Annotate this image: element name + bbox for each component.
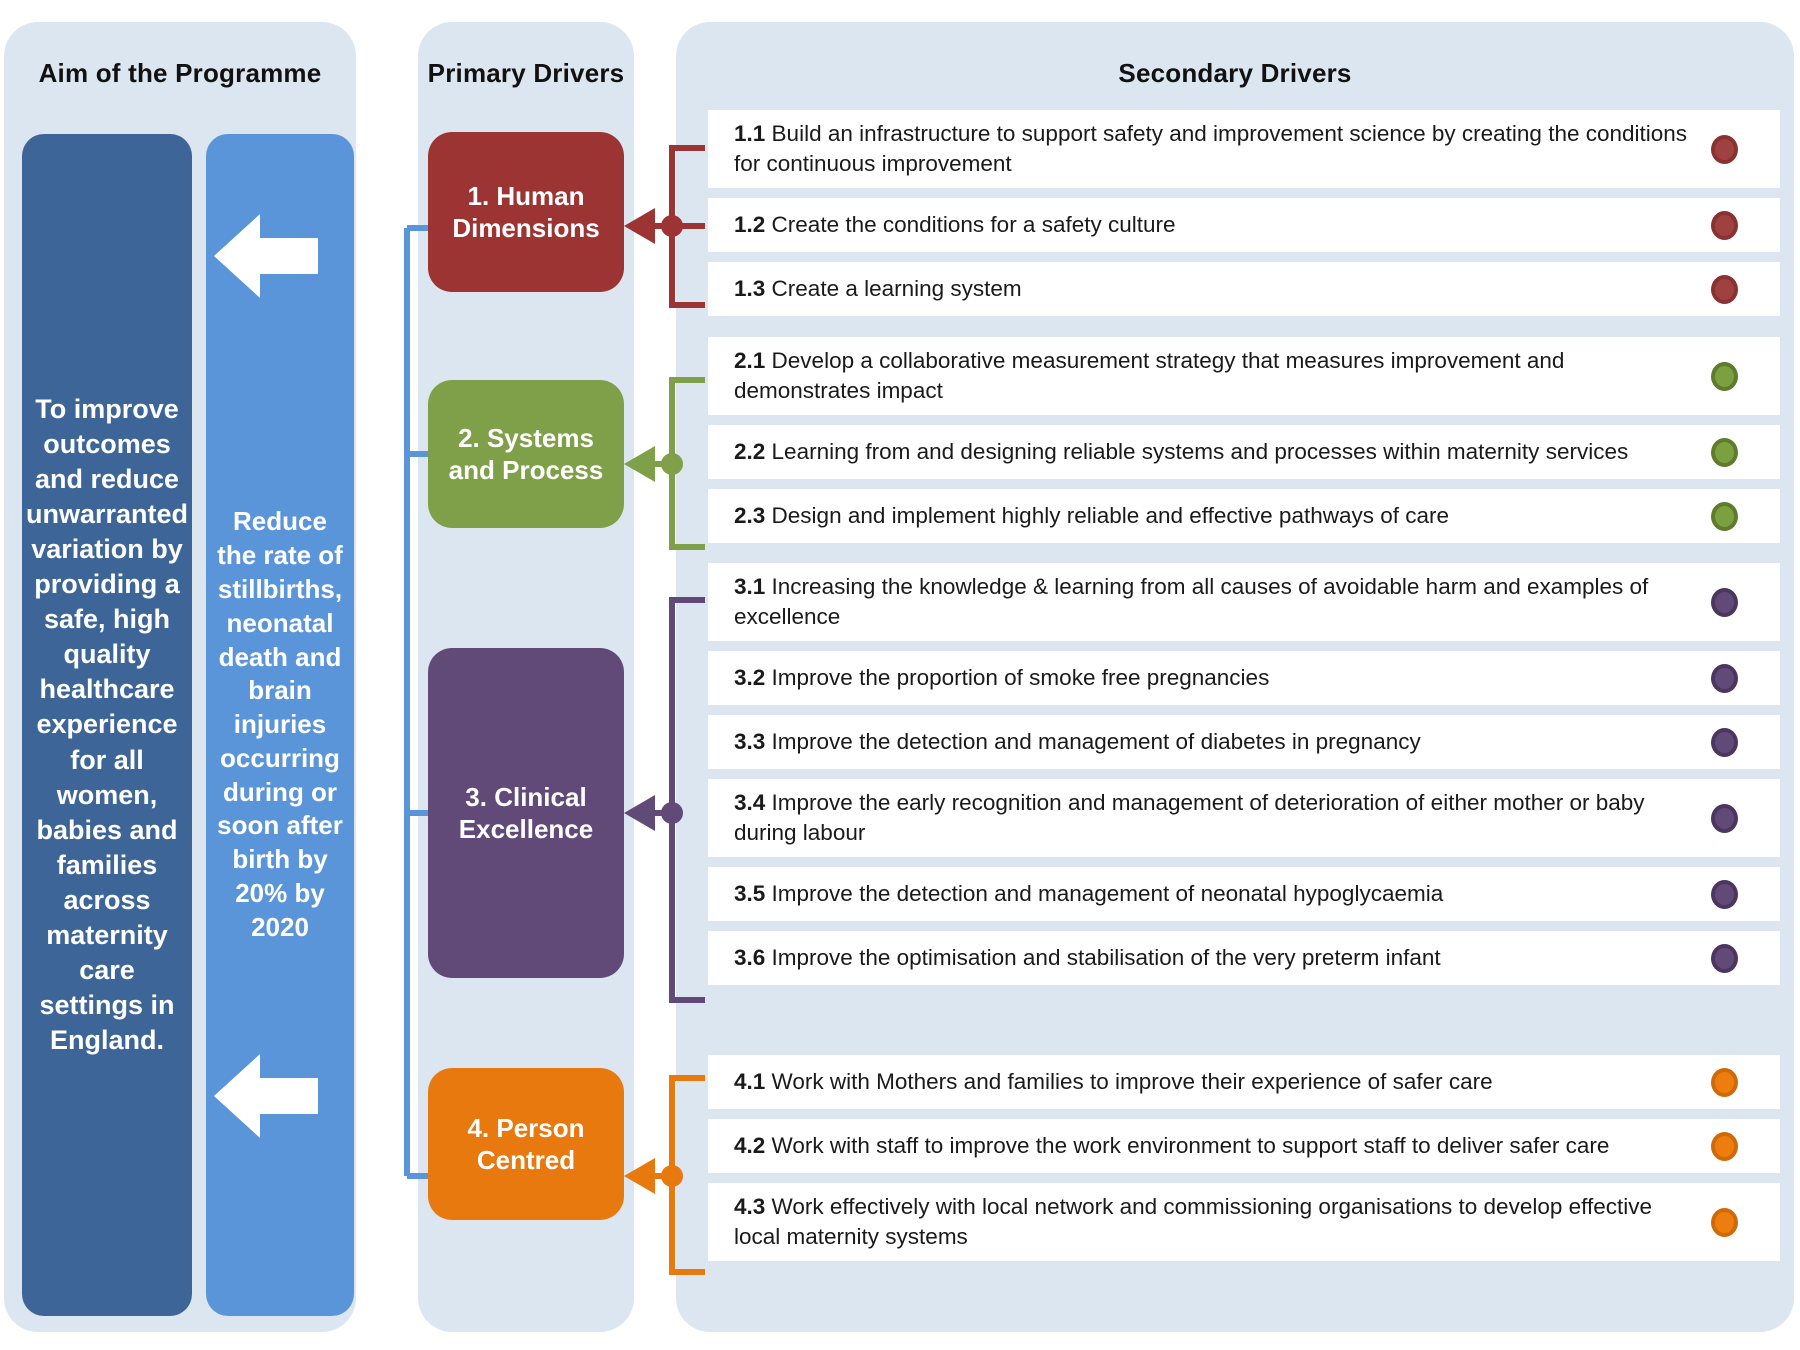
secondary-driver-body: Create the conditions for a safety cultu… [771, 211, 1176, 237]
secondary-driver-number: 1.1 [734, 120, 766, 146]
secondary-driver-text: 2.3 Design and implement highly reliable… [734, 501, 1711, 531]
secondary-driver-text: 3.3 Improve the detection and management… [734, 727, 1711, 757]
secondary-driver-number: 3.1 [734, 573, 766, 599]
secondary-driver-row[interactable]: 2.2 Learning from and designing reliable… [708, 425, 1780, 479]
secondary-driver-number: 1.2 [734, 211, 766, 237]
left-arrow-icon-top [214, 214, 318, 298]
secondary-driver-text: 4.1 Work with Mothers and families to im… [734, 1067, 1711, 1097]
secondary-driver-row[interactable]: 3.3 Improve the detection and management… [708, 715, 1780, 769]
secondary-driver-number: 3.2 [734, 664, 766, 690]
secondary-driver-text: 4.3 Work effectively with local network … [734, 1192, 1711, 1252]
secondary-driver-number: 2.2 [734, 438, 766, 464]
secondary-driver-row[interactable]: 4.1 Work with Mothers and families to im… [708, 1055, 1780, 1109]
primary-driver-1[interactable]: 1. Human Dimensions [428, 132, 624, 292]
driver-status-dot-icon [1711, 727, 1738, 757]
driver-status-dot-icon [1711, 274, 1738, 304]
driver-status-dot-icon [1711, 210, 1738, 240]
driver-status-dot-icon [1711, 587, 1738, 617]
secondary-driver-row[interactable]: 3.1 Increasing the knowledge & learning … [708, 563, 1780, 641]
secondary-driver-body: Increasing the knowledge & learning from… [734, 573, 1649, 629]
driver-status-dot-icon [1711, 1067, 1738, 1097]
driver-diagram: Aim of the Programme To improve outcomes… [0, 0, 1800, 1350]
driver-status-dot-icon [1711, 1131, 1738, 1161]
primary-driver-3[interactable]: 3. Clinical Excellence [428, 648, 624, 978]
secondary-driver-row[interactable]: 3.5 Improve the detection and management… [708, 867, 1780, 921]
aim-column-title: Aim of the Programme [38, 58, 322, 88]
secondary-drivers-column-title: Secondary Drivers [1118, 58, 1352, 88]
secondary-driver-body: Improve the detection and management of … [771, 728, 1421, 754]
secondary-driver-body: Build an infrastructure to support safet… [734, 120, 1688, 176]
secondary-driver-body: Improve the early recognition and manage… [734, 789, 1645, 845]
secondary-driver-row[interactable]: 1.1 Build an infrastructure to support s… [708, 110, 1780, 188]
primary-drivers-column-title: Primary Drivers [427, 58, 625, 88]
driver-status-dot-icon [1711, 134, 1738, 164]
aim-statement-primary: To improve outcomes and reduce unwarrant… [22, 134, 192, 1316]
secondary-driver-row[interactable]: 2.1 Develop a collaborative measurement … [708, 337, 1780, 415]
secondary-driver-row[interactable]: 3.6 Improve the optimisation and stabili… [708, 931, 1780, 985]
secondary-driver-number: 2.3 [734, 502, 766, 528]
secondary-driver-body: Work with staff to improve the work envi… [771, 1132, 1610, 1158]
secondary-driver-text: 1.1 Build an infrastructure to support s… [734, 119, 1711, 179]
driver-status-dot-icon [1711, 803, 1738, 833]
driver-status-dot-icon [1711, 1207, 1738, 1237]
secondary-driver-number: 3.6 [734, 944, 766, 970]
secondary-driver-row[interactable]: 2.3 Design and implement highly reliable… [708, 489, 1780, 543]
secondary-driver-text: 1.2 Create the conditions for a safety c… [734, 210, 1711, 240]
secondary-driver-text: 1.3 Create a learning system [734, 274, 1711, 304]
secondary-driver-body: Improve the optimisation and stabilisati… [771, 944, 1441, 970]
secondary-driver-text: 3.2 Improve the proportion of smoke free… [734, 663, 1711, 693]
primary-driver-2[interactable]: 2. Systems and Process [428, 380, 624, 528]
secondary-driver-body: Work with Mothers and families to improv… [771, 1068, 1493, 1094]
secondary-driver-row[interactable]: 1.3 Create a learning system [708, 262, 1780, 316]
secondary-driver-body: Develop a collaborative measurement stra… [734, 347, 1565, 403]
secondary-driver-text: 4.2 Work with staff to improve the work … [734, 1131, 1711, 1161]
secondary-driver-text: 3.1 Increasing the knowledge & learning … [734, 572, 1711, 632]
secondary-driver-row[interactable]: 4.3 Work effectively with local network … [708, 1183, 1780, 1261]
driver-status-dot-icon [1711, 437, 1738, 467]
primary-driver-4[interactable]: 4. Person Centred [428, 1068, 624, 1220]
secondary-driver-number: 3.4 [734, 789, 766, 815]
secondary-driver-text: 2.2 Learning from and designing reliable… [734, 437, 1711, 467]
secondary-driver-row[interactable]: 3.4 Improve the early recognition and ma… [708, 779, 1780, 857]
secondary-driver-text: 2.1 Develop a collaborative measurement … [734, 346, 1711, 406]
secondary-driver-body: Improve the detection and management of … [771, 880, 1444, 906]
driver-status-dot-icon [1711, 663, 1738, 693]
driver-status-dot-icon [1711, 943, 1738, 973]
left-arrow-icon-bottom [214, 1054, 318, 1138]
secondary-driver-number: 4.1 [734, 1068, 766, 1094]
secondary-driver-row[interactable]: 4.2 Work with staff to improve the work … [708, 1119, 1780, 1173]
secondary-driver-text: 3.4 Improve the early recognition and ma… [734, 788, 1711, 848]
driver-status-dot-icon [1711, 501, 1738, 531]
secondary-driver-number: 1.3 [734, 275, 766, 301]
secondary-driver-number: 3.3 [734, 728, 766, 754]
secondary-driver-row[interactable]: 1.2 Create the conditions for a safety c… [708, 198, 1780, 252]
secondary-driver-number: 4.3 [734, 1193, 766, 1219]
secondary-driver-body: Learning from and designing reliable sys… [771, 438, 1629, 464]
secondary-driver-number: 3.5 [734, 880, 766, 906]
secondary-driver-body: Improve the proportion of smoke free pre… [771, 664, 1270, 690]
secondary-driver-body: Create a learning system [771, 275, 1022, 301]
secondary-driver-text: 3.6 Improve the optimisation and stabili… [734, 943, 1711, 973]
secondary-driver-text: 3.5 Improve the detection and management… [734, 879, 1711, 909]
secondary-driver-number: 4.2 [734, 1132, 766, 1158]
secondary-driver-row[interactable]: 3.2 Improve the proportion of smoke free… [708, 651, 1780, 705]
driver-status-dot-icon [1711, 361, 1738, 391]
secondary-driver-body: Work effectively with local network and … [734, 1193, 1652, 1249]
secondary-driver-number: 2.1 [734, 347, 766, 373]
driver-status-dot-icon [1711, 879, 1738, 909]
secondary-driver-body: Design and implement highly reliable and… [771, 502, 1450, 528]
